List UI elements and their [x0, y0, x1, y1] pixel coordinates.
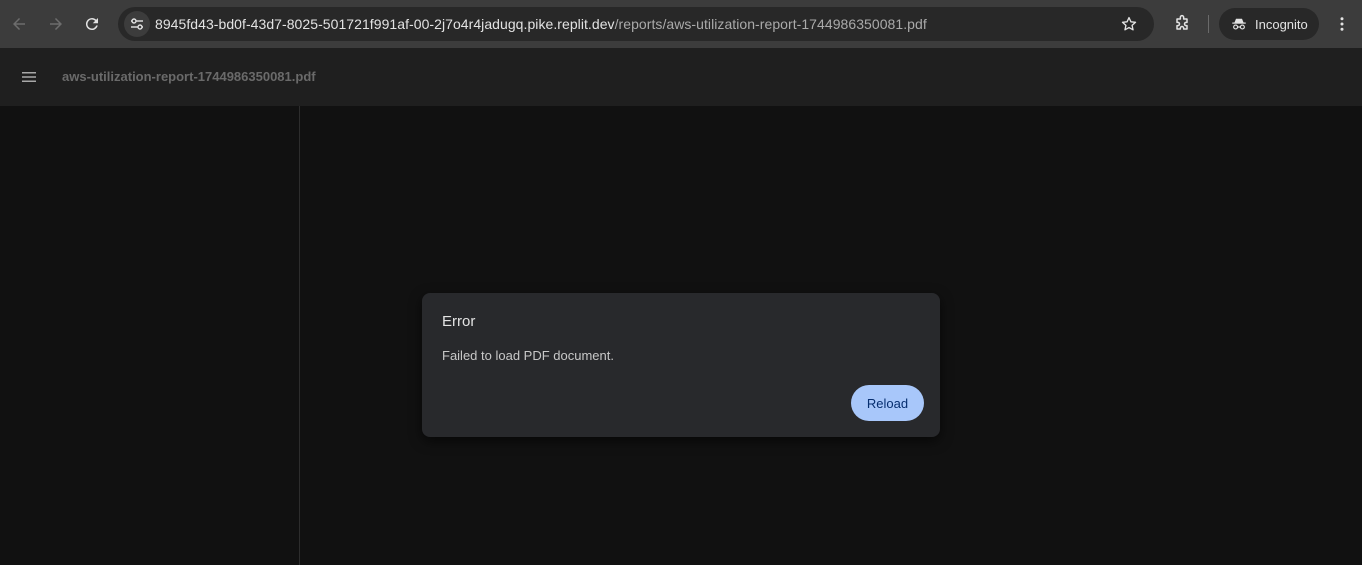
- back-button[interactable]: [5, 10, 33, 38]
- toolbar-divider: [1208, 15, 1209, 33]
- reload-icon: [85, 18, 98, 31]
- star-icon: [1121, 16, 1137, 31]
- incognito-badge[interactable]: Incognito: [1219, 8, 1319, 40]
- site-info-button[interactable]: [124, 11, 150, 37]
- address-bar[interactable]: 8945fd43-bd0f-43d7-8025-501721f991af-00-…: [118, 7, 1154, 41]
- forward-button[interactable]: [42, 10, 70, 38]
- url-text[interactable]: 8945fd43-bd0f-43d7-8025-501721f991af-00-…: [155, 16, 927, 32]
- reload-button[interactable]: [78, 10, 106, 38]
- menu-icon: [22, 72, 36, 82]
- site-info-icon: [131, 18, 143, 30]
- browser-toolbar: 8945fd43-bd0f-43d7-8025-501721f991af-00-…: [0, 0, 1362, 48]
- url-path: /reports/aws-utilization-report-17449863…: [614, 16, 927, 32]
- more-icon: [1340, 17, 1344, 31]
- forward-icon: [50, 18, 62, 30]
- thumbnail-sidebar: [0, 106, 300, 565]
- browser-menu-button[interactable]: [1330, 12, 1354, 36]
- pdf-viewer-header: aws-utilization-report-1744986350081.pdf: [0, 48, 1362, 106]
- incognito-icon: [1232, 18, 1246, 30]
- bookmark-button[interactable]: [1118, 13, 1140, 35]
- extensions-button[interactable]: [1168, 10, 1196, 38]
- extensions-icon: [1176, 14, 1188, 30]
- dialog-title: Error: [442, 313, 476, 330]
- reload-document-button[interactable]: Reload: [851, 385, 924, 421]
- error-dialog: Error Failed to load PDF document. Reloa…: [422, 293, 940, 437]
- url-host: 8945fd43-bd0f-43d7-8025-501721f991af-00-…: [155, 16, 615, 32]
- back-icon: [13, 18, 25, 30]
- dialog-message: Failed to load PDF document.: [442, 348, 614, 363]
- sidebar-toggle-button[interactable]: [17, 65, 41, 89]
- document-title: aws-utilization-report-1744986350081.pdf: [62, 69, 316, 84]
- incognito-label: Incognito: [1255, 16, 1308, 32]
